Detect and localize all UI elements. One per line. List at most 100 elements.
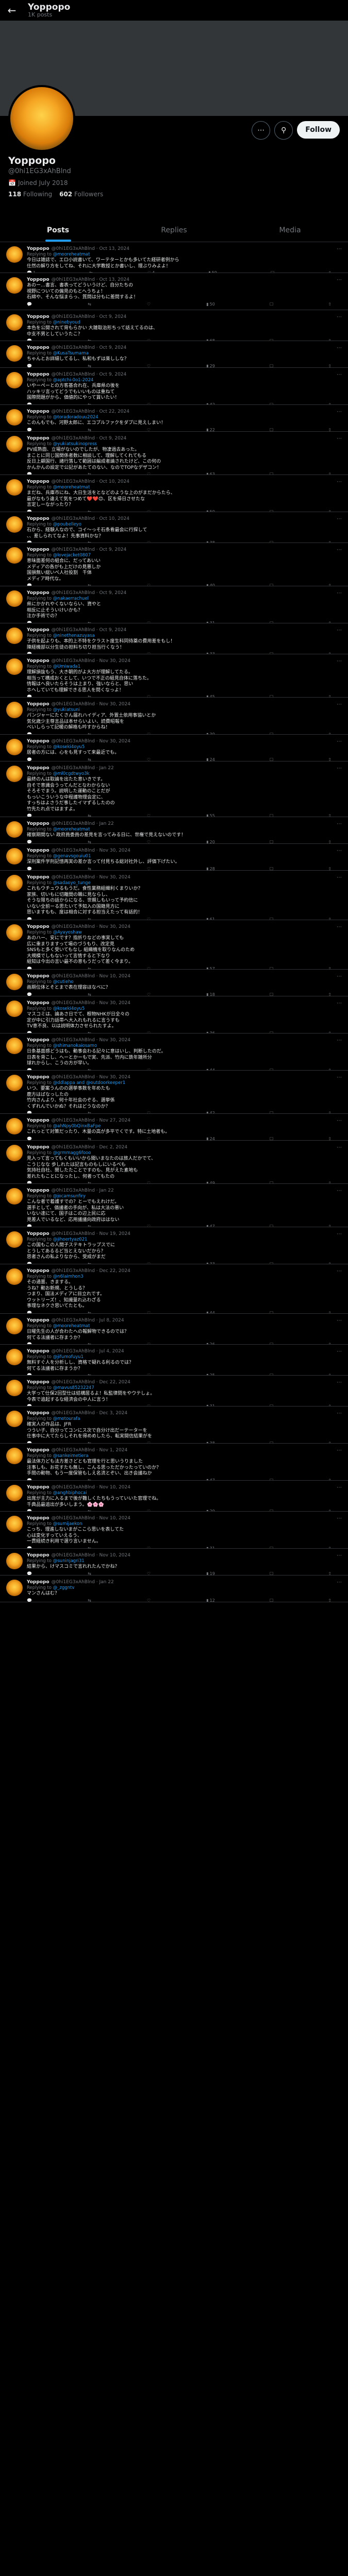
follow-button[interactable]: Follow xyxy=(297,121,340,139)
views-button[interactable]: ▮ 20 xyxy=(206,840,215,844)
post-item[interactable]: Yoppopo @0hi1EG3xAhBlnd · Nov 30, 2024 ⋯… xyxy=(0,1071,348,1114)
like-button[interactable]: ♡ xyxy=(147,428,152,432)
avatar[interactable] xyxy=(6,739,23,755)
post-item[interactable]: Yoppopo @0hi1EG3xAhBlnd · Jan 22 ⋯ Reply… xyxy=(0,1184,348,1227)
more-icon[interactable]: ⋯ xyxy=(337,1001,342,1006)
post-author[interactable]: Yoppopo xyxy=(27,277,49,283)
share-button[interactable]: ⇧ xyxy=(328,840,332,844)
more-icon[interactable]: ⋯ xyxy=(337,590,342,596)
reply-button[interactable]: 💬 xyxy=(27,1598,33,1602)
post-item[interactable]: Yoppopo @0hi1EG3xAhBlnd · Nov 30, 2024 ⋯… xyxy=(0,654,348,698)
post-item[interactable]: Yoppopo @0hi1EG3xAhBlnd · Oct 13, 2024 ⋯… xyxy=(0,242,348,273)
views-button[interactable]: ▮ 29 xyxy=(206,364,215,368)
reply-handle[interactable]: @ninethenazuyasa xyxy=(53,633,95,638)
avatar[interactable] xyxy=(6,766,23,782)
reply-handle[interactable]: @motourafa xyxy=(53,1416,80,1421)
more-icon[interactable]: ⋯ xyxy=(337,1553,342,1558)
more-icon[interactable]: ⋯ xyxy=(337,1349,342,1354)
bookmark-button[interactable]: ☐ xyxy=(270,302,273,307)
reply-handle[interactable]: @yukiatsukinopress xyxy=(53,442,97,447)
post-item[interactable]: Yoppopo @0hi1EG3xAhBlnd · Nov 30, 2024 ⋯… xyxy=(0,920,348,970)
more-icon[interactable]: ⋯ xyxy=(337,345,342,351)
post-author[interactable]: Yoppopo xyxy=(27,628,49,633)
post-item[interactable]: Yoppopo @0hi1EG3xAhBlnd · Dec 22, 2024 ⋯… xyxy=(0,1264,348,1314)
more-icon[interactable]: ⋯ xyxy=(337,1268,342,1274)
post-item[interactable]: Yoppopo @0hi1EG3xAhBlnd · Nov 10, 2024 ⋯… xyxy=(0,1549,348,1575)
post-item[interactable]: Yoppopo @0hi1EG3xAhBlnd · Nov 27, 2024 ⋯… xyxy=(0,1114,348,1141)
avatar[interactable] xyxy=(6,1380,23,1396)
repost-button[interactable]: ⇆ xyxy=(88,757,92,761)
more-icon[interactable]: ⋯ xyxy=(337,246,342,252)
avatar[interactable] xyxy=(6,436,23,452)
post-item[interactable]: Yoppopo @0hi1EG3xAhBlnd · Nov 30, 2024 ⋯… xyxy=(0,871,348,920)
reply-button[interactable]: 💬 xyxy=(27,867,33,871)
avatar[interactable] xyxy=(6,1580,23,1596)
like-button[interactable]: ♡ xyxy=(147,814,152,817)
post-author[interactable]: Yoppopo xyxy=(27,766,49,771)
post-item[interactable]: Yoppopo @0hi1EG3xAhBlnd · Nov 30, 2024 ⋯… xyxy=(0,996,348,1033)
post-author[interactable]: Yoppopo xyxy=(27,1580,49,1585)
followers-link[interactable]: 602 Followers xyxy=(59,191,103,198)
avatar[interactable] xyxy=(6,1516,23,1532)
more-icon[interactable]: ⋯ xyxy=(337,409,342,415)
views-button[interactable]: ▮ 19 xyxy=(206,1571,215,1575)
post-author[interactable]: Yoppopo xyxy=(27,345,49,351)
post-author[interactable]: Yoppopo xyxy=(27,547,49,553)
post-author[interactable]: Yoppopo xyxy=(27,875,49,880)
avatar[interactable] xyxy=(6,1349,23,1365)
more-icon[interactable]: ⋯ xyxy=(337,1188,342,1194)
post-item[interactable]: Yoppopo @0hi1EG3xAhBlnd · Jan 22 ⋯ Reply… xyxy=(0,761,348,817)
more-icon[interactable]: ⋯ xyxy=(337,1380,342,1385)
avatar[interactable] xyxy=(6,409,23,426)
post-author[interactable]: Yoppopo xyxy=(27,409,49,415)
reply-handle[interactable]: @sumijaekon xyxy=(53,1521,82,1527)
more-icon[interactable]: ⋯ xyxy=(337,848,342,854)
reply-button[interactable]: 💬 xyxy=(27,992,33,996)
post-author[interactable]: Yoppopo xyxy=(27,314,49,320)
like-button[interactable]: ♡ xyxy=(147,992,152,996)
more-icon[interactable]: ⋯ xyxy=(337,1516,342,1521)
reply-handle[interactable]: @toradoradouu2024 xyxy=(53,415,98,420)
post-author[interactable]: Yoppopo xyxy=(27,821,49,827)
repost-button[interactable]: ⇆ xyxy=(88,364,92,368)
reply-handle[interactable]: @Umiwada1 xyxy=(53,664,81,669)
reply-handle[interactable]: @_zggntv xyxy=(53,1585,75,1590)
post-author[interactable]: Yoppopo xyxy=(27,658,49,664)
more-icon[interactable]: ⋯ xyxy=(337,821,342,827)
post-item[interactable]: Yoppopo @0hi1EG3xAhBlnd · Jul 8, 2024 ⋯ … xyxy=(0,1314,348,1345)
post-author[interactable]: Yoppopo xyxy=(27,974,49,979)
reply-handle[interactable]: @cutieho xyxy=(53,979,74,985)
avatar[interactable] xyxy=(6,1448,23,1464)
repost-button[interactable]: ⇆ xyxy=(88,302,92,307)
like-button[interactable]: ♡ xyxy=(147,1571,152,1575)
reply-handle[interactable]: @nakaerrachuel xyxy=(53,596,89,601)
avatar[interactable] xyxy=(6,658,23,675)
reply-handle[interactable]: @lovejacket0807 xyxy=(53,553,91,558)
more-icon[interactable]: ⋯ xyxy=(337,702,342,707)
reply-handle[interactable]: @jihoertyaz021 xyxy=(53,1237,88,1242)
reply-handle[interactable]: @grmmagg6fooo xyxy=(53,1150,91,1156)
post-item[interactable]: Yoppopo @0hi1EG3xAhBlnd · Oct 22, 2024 ⋯… xyxy=(0,405,348,432)
avatar[interactable] xyxy=(6,1485,23,1501)
views-button[interactable]: ▮ 50 xyxy=(206,302,215,307)
search-button[interactable]: ⚲ xyxy=(274,121,293,140)
more-icon[interactable]: ⋯ xyxy=(337,1318,342,1324)
reply-handle[interactable]: @koseki4oyu5 xyxy=(53,744,85,750)
reply-handle[interactable]: @n6laimhon3 xyxy=(53,1274,84,1279)
like-button[interactable]: ♡ xyxy=(147,302,152,307)
avatar[interactable] xyxy=(6,1553,23,1569)
reply-handle[interactable]: @ml0cgdtwyo3k xyxy=(53,771,90,776)
reply-button[interactable]: 💬 xyxy=(27,364,33,368)
share-button[interactable]: ⇧ xyxy=(328,867,332,871)
share-button[interactable]: ⇧ xyxy=(328,757,332,761)
more-icon[interactable]: ⋯ xyxy=(337,436,342,442)
share-button[interactable]: ⇧ xyxy=(328,1598,332,1602)
repost-button[interactable]: ⇆ xyxy=(88,1137,92,1141)
reply-handle[interactable]: @genavsgouiu01 xyxy=(53,854,91,859)
reply-button[interactable]: 💬 xyxy=(27,1571,33,1575)
post-item[interactable]: Yoppopo @0hi1EG3xAhBlnd · Oct 9, 2024 ⋯ … xyxy=(0,623,348,654)
views-button[interactable]: ▮ 24 xyxy=(206,1137,215,1141)
like-button[interactable]: ♡ xyxy=(147,757,152,761)
avatar[interactable] xyxy=(6,924,23,941)
post-item[interactable]: Yoppopo @0hi1EG3xAhBlnd · Nov 19, 2024 ⋯… xyxy=(0,1227,348,1264)
